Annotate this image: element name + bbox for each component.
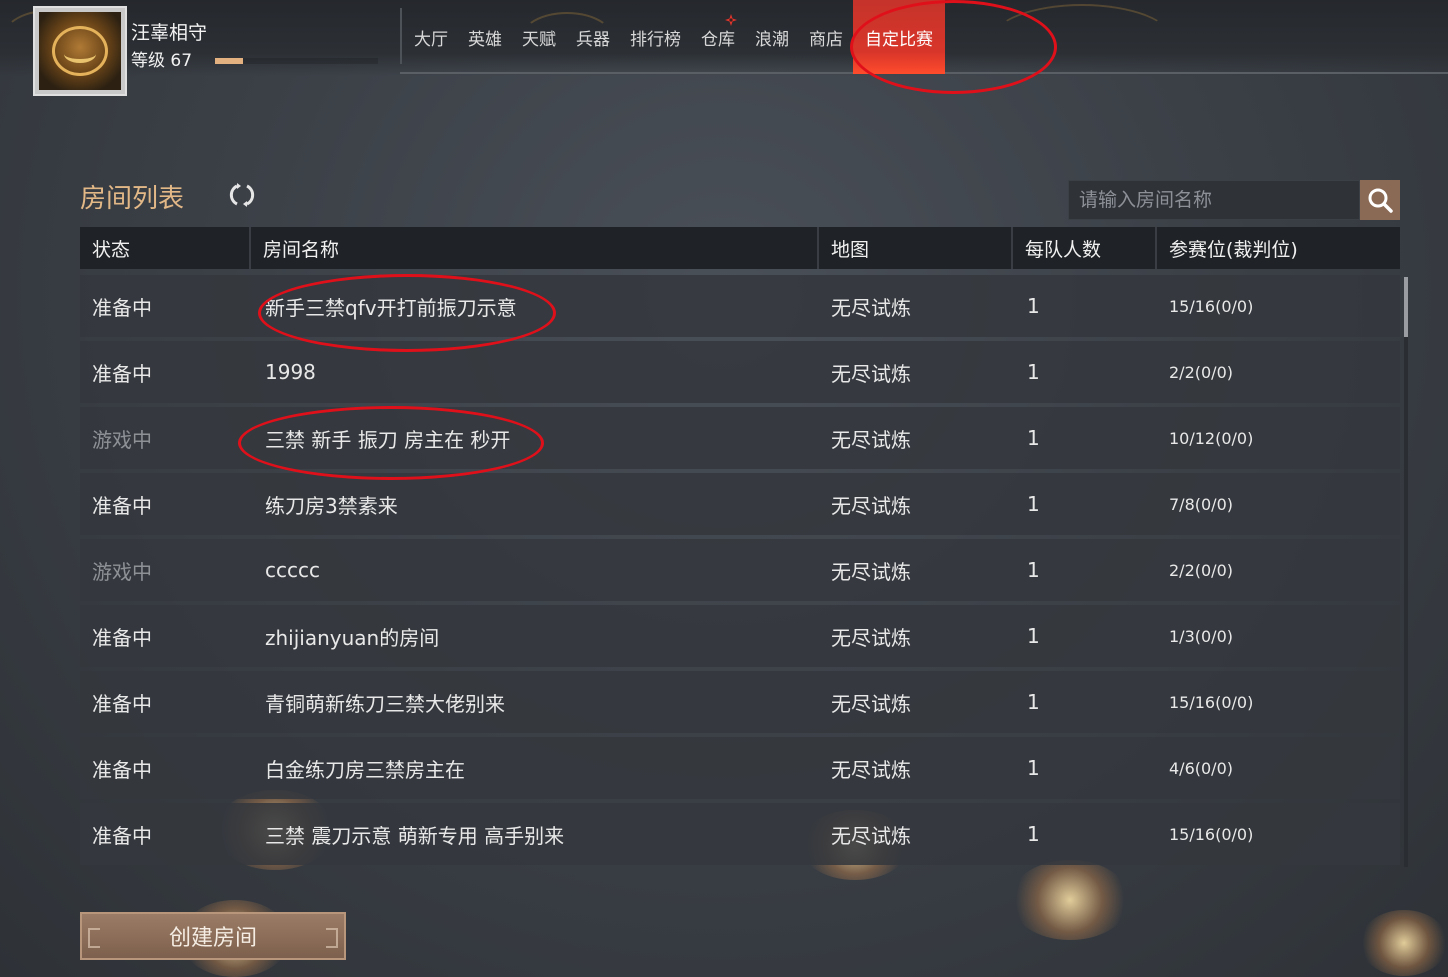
table-body: 准备中 新手三禁qfv开打前振刀示意 无尽试炼 1 15/16(0/0) 准备中… (80, 275, 1400, 865)
row-room-name: zhijianyuan的房间 (265, 625, 440, 650)
level-progress-track (243, 58, 378, 64)
tab-tide[interactable]: 浪潮 (745, 0, 799, 74)
nav-divider (400, 8, 402, 64)
row-map: 无尽试炼 (831, 757, 911, 782)
column-header-slots[interactable]: 参赛位(裁判位) (1157, 227, 1400, 269)
room-table: 状态 房间名称 地图 每队人数 参赛位(裁判位) 准备中 新手三禁qfv开打前振… (80, 227, 1400, 869)
avatar[interactable] (33, 6, 127, 96)
row-slots: 1/3(0/0) (1169, 626, 1233, 646)
table-row[interactable]: 准备中 zhijianyuan的房间 无尽试炼 1 1/3(0/0) (80, 605, 1400, 667)
tab-warehouse[interactable]: 仓库 (691, 0, 745, 74)
background-lantern (1010, 860, 1130, 940)
tab-leaderboard[interactable]: 排行榜 (620, 0, 691, 74)
row-team-size: 1 (1027, 822, 1040, 846)
table-row[interactable]: 准备中 练刀房3禁素来 无尽试炼 1 7/8(0/0) (80, 473, 1400, 535)
tab-warehouse-label: 仓库 (701, 29, 735, 50)
row-team-size: 1 (1027, 492, 1040, 516)
table-header: 状态 房间名称 地图 每队人数 参赛位(裁判位) (80, 227, 1400, 269)
main-nav: 大厅 英雄 天赋 兵器 排行榜 仓库 浪潮 商店 自定比赛 (404, 0, 945, 74)
scrollbar-thumb[interactable] (1404, 277, 1408, 337)
table-row[interactable]: 准备中 三禁 震刀示意 萌新专用 高手别来 无尽试炼 1 15/16(0/0) (80, 803, 1400, 865)
row-slots: 4/6(0/0) (1169, 758, 1233, 778)
create-room-button[interactable]: 创建房间 (80, 912, 346, 960)
player-name: 汪辜相守 (131, 22, 208, 44)
table-row[interactable]: 准备中 1998 无尽试炼 1 2/2(0/0) (80, 341, 1400, 403)
top-bar: 汪辜相守 等级 67 大厅 英雄 天赋 兵器 排行榜 仓库 浪潮 商店 自定比赛 (0, 0, 1448, 96)
row-map: 无尽试炼 (831, 823, 911, 848)
table-scrollbar[interactable] (1404, 277, 1408, 867)
row-room-name: 青铜萌新练刀三禁大佬别来 (265, 691, 505, 716)
row-team-size: 1 (1027, 690, 1040, 714)
room-search-input[interactable] (1069, 181, 1359, 219)
table-row[interactable]: 准备中 新手三禁qfv开打前振刀示意 无尽试炼 1 15/16(0/0) (80, 275, 1400, 337)
row-slots: 2/2(0/0) (1169, 560, 1233, 580)
background-lantern (1360, 910, 1448, 976)
row-map: 无尽试炼 (831, 361, 911, 386)
row-map: 无尽试炼 (831, 625, 911, 650)
row-team-size: 1 (1027, 360, 1040, 384)
row-team-size: 1 (1027, 426, 1040, 450)
row-room-name: 新手三禁qfv开打前振刀示意 (265, 295, 517, 320)
row-slots: 15/16(0/0) (1169, 296, 1254, 316)
tab-custom-match[interactable]: 自定比赛 (853, 0, 945, 74)
table-row[interactable]: 准备中 白金练刀房三禁房主在 无尽试炼 1 4/6(0/0) (80, 737, 1400, 799)
row-status: 游戏中 (92, 559, 152, 584)
row-slots: 10/12(0/0) (1169, 428, 1254, 448)
search-icon (1368, 188, 1393, 213)
table-row[interactable]: 游戏中 三禁 新手 振刀 房主在 秒开 无尽试炼 1 10/12(0/0) (80, 407, 1400, 469)
search-field (1068, 180, 1360, 220)
row-slots: 15/16(0/0) (1169, 692, 1254, 712)
row-slots: 7/8(0/0) (1169, 494, 1233, 514)
column-header-room-name[interactable]: 房间名称 (251, 227, 819, 269)
row-room-name: 练刀房3禁素来 (265, 493, 398, 518)
row-status: 准备中 (92, 361, 152, 386)
row-status: 准备中 (92, 691, 152, 716)
row-team-size: 1 (1027, 756, 1040, 780)
refresh-icon[interactable] (228, 181, 256, 209)
column-header-team-size[interactable]: 每队人数 (1013, 227, 1157, 269)
avatar-emblem-icon (52, 26, 108, 76)
row-map: 无尽试炼 (831, 691, 911, 716)
row-team-size: 1 (1027, 624, 1040, 648)
column-header-map[interactable]: 地图 (819, 227, 1013, 269)
player-level: 等级 67 (131, 51, 193, 71)
row-room-name: 白金练刀房三禁房主在 (265, 757, 465, 782)
row-map: 无尽试炼 (831, 295, 911, 320)
table-row[interactable]: 游戏中 ccccc 无尽试炼 1 2/2(0/0) (80, 539, 1400, 601)
row-map: 无尽试炼 (831, 493, 911, 518)
row-team-size: 1 (1027, 558, 1040, 582)
row-room-name: 1998 (265, 360, 316, 384)
room-list-title: 房间列表 (80, 184, 185, 214)
row-status: 准备中 (92, 493, 152, 518)
row-status: 准备中 (92, 625, 152, 650)
row-room-name: ccccc (265, 558, 320, 582)
decorative-wisp (990, 4, 1174, 78)
search-button[interactable] (1360, 180, 1400, 220)
row-status: 准备中 (92, 757, 152, 782)
row-status: 准备中 (92, 295, 152, 320)
row-slots: 2/2(0/0) (1169, 362, 1233, 382)
tab-lobby[interactable]: 大厅 (404, 0, 458, 74)
row-room-name: 三禁 新手 振刀 房主在 秒开 (265, 427, 511, 452)
avatar-image (39, 12, 121, 90)
warehouse-badge-icon (725, 14, 737, 26)
row-status: 准备中 (92, 823, 152, 848)
row-slots: 15/16(0/0) (1169, 824, 1254, 844)
row-status: 游戏中 (92, 427, 152, 452)
row-map: 无尽试炼 (831, 559, 911, 584)
tab-weapons[interactable]: 兵器 (566, 0, 620, 74)
column-header-status[interactable]: 状态 (80, 227, 251, 269)
tab-talents[interactable]: 天赋 (512, 0, 566, 74)
row-team-size: 1 (1027, 294, 1040, 318)
level-progress-bar (215, 58, 243, 64)
tab-shop[interactable]: 商店 (799, 0, 853, 74)
tab-heroes[interactable]: 英雄 (458, 0, 512, 74)
row-room-name: 三禁 震刀示意 萌新专用 高手别来 (265, 823, 565, 848)
table-row[interactable]: 准备中 青铜萌新练刀三禁大佬别来 无尽试炼 1 15/16(0/0) (80, 671, 1400, 733)
row-map: 无尽试炼 (831, 427, 911, 452)
